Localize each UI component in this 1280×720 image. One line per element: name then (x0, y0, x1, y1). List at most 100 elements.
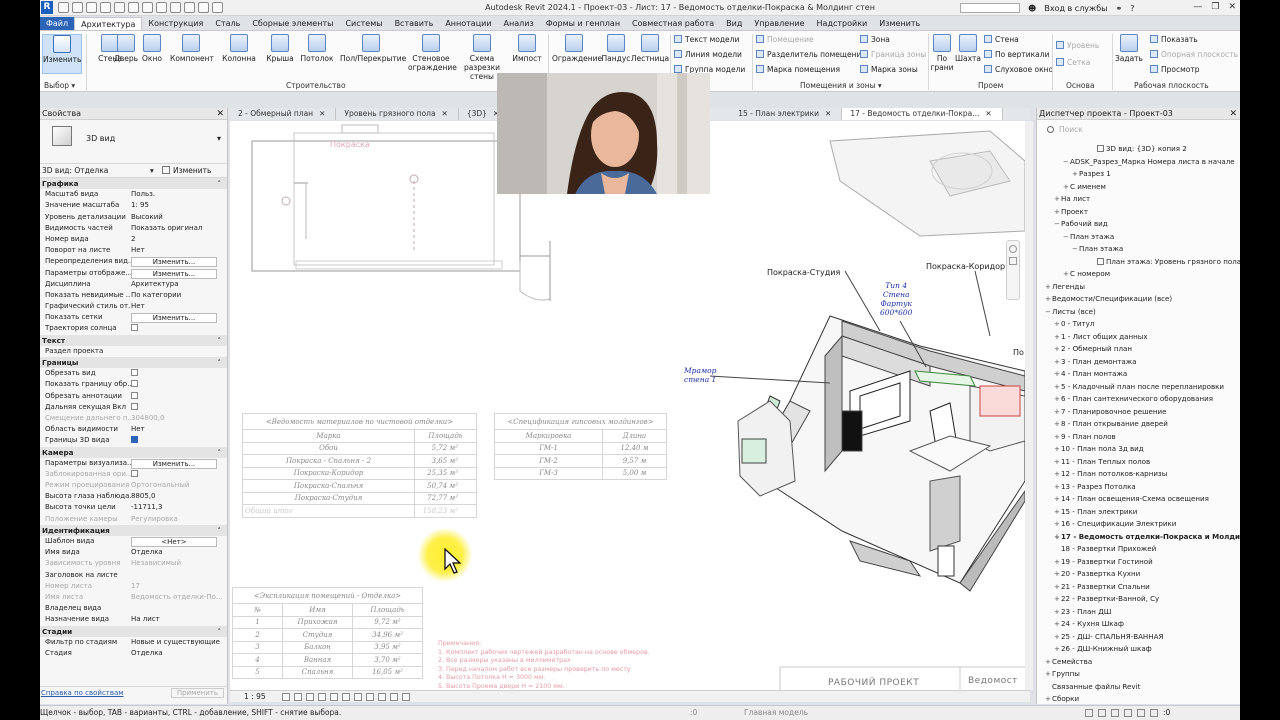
property-edit-button[interactable]: Изменить... (131, 257, 217, 268)
browser-tree-item[interactable]: +На лист (1054, 194, 1090, 204)
property-row[interactable]: Зависимость уровня Независимый (40, 558, 227, 569)
property-value[interactable]: Нет (131, 301, 223, 312)
property-row[interactable]: Положение камеры Регулировка (40, 514, 227, 525)
property-row[interactable]: Значение масштаба 1: 95 (40, 200, 227, 211)
browser-tree-item[interactable]: +Разрез 1 (1072, 169, 1111, 179)
schedule-rooms[interactable]: <Экспликация помещений - Отделка> № Имя Пл… (232, 587, 423, 679)
ribbon-tab[interactable]: Надстройки (811, 17, 874, 30)
browser-tree-item[interactable]: +10 - План пола 3д вид (1054, 444, 1144, 454)
expand-icon[interactable]: + (1045, 694, 1052, 704)
property-value[interactable]: Ведомость отделки-По... (131, 592, 223, 603)
browser-tree-item[interactable]: −Рабочий вид (1054, 219, 1108, 229)
browser-tree-item[interactable]: +Группы (1045, 669, 1080, 679)
browser-tree-item[interactable]: +6 - План сантехнического оборудования (1054, 394, 1213, 404)
collapse-icon[interactable]: − (1063, 157, 1070, 167)
close-icon[interactable]: ✕ (1229, 108, 1237, 120)
expand-icon[interactable]: + (1054, 619, 1061, 629)
redo-icon[interactable] (114, 2, 125, 13)
collapse-icon[interactable]: ˄ (217, 525, 221, 536)
property-value[interactable]: Изменить... (131, 458, 223, 469)
property-row[interactable]: Переопределения вид... Изменить... (40, 256, 227, 268)
drag-elements-icon[interactable] (1137, 709, 1145, 717)
schedule-row[interactable]: ГМ-2 9,57 м (494, 454, 667, 468)
property-value[interactable]: На лист (131, 614, 223, 625)
crop-view-icon[interactable] (342, 693, 350, 701)
schedule-moldings[interactable]: <Спецификация гипсовых молдингов> Маркир… (494, 413, 667, 480)
property-row[interactable]: Область видимости Нет (40, 424, 227, 435)
ref-plane-button[interactable]: Опорная плоскость (1150, 50, 1238, 59)
mullion-button[interactable]: Импост (508, 34, 546, 63)
expand-icon[interactable]: + (1045, 294, 1052, 304)
type-selector[interactable]: 3D вид ▾ (40, 120, 227, 164)
browser-tree-item[interactable]: +22 - Развертки-Ванной, Су (1054, 594, 1159, 604)
browser-tree-item[interactable]: +9 - План полов (1054, 432, 1116, 442)
property-edit-button[interactable]: <Нет> (131, 537, 217, 547)
property-value[interactable] (131, 469, 223, 480)
close-icon[interactable]: ✕ (1228, 2, 1236, 12)
browser-tree-item[interactable]: +11 - План Теплых полов (1054, 457, 1150, 467)
expand-icon[interactable]: + (1045, 282, 1052, 292)
expand-icon[interactable]: + (1054, 419, 1061, 429)
window-button[interactable]: Окно (134, 34, 170, 63)
browser-tree-item[interactable]: +16 - Спецификации Электрики (1054, 519, 1176, 529)
browser-tree-item[interactable]: +4 - План монтажа (1054, 369, 1127, 379)
property-row[interactable]: Видимость частей Показать оригинал (40, 223, 227, 234)
property-value[interactable] (131, 323, 223, 334)
chevron-down-icon[interactable]: ▾ (150, 164, 154, 178)
browser-tree-item[interactable]: +15 - План электрики (1054, 507, 1137, 517)
property-row[interactable]: Заблокированная ори... (40, 469, 227, 480)
select-pinned-icon[interactable] (1111, 709, 1119, 717)
property-value[interactable] (131, 435, 223, 446)
stair-button[interactable]: Лестница (630, 34, 670, 63)
browser-tree-item[interactable]: +5 - Кладочный план после перепланировки (1054, 382, 1224, 392)
close-icon[interactable]: ✕ (985, 109, 991, 118)
property-row[interactable]: Высота точки цели -11711,3 (40, 502, 227, 513)
browser-tree-item[interactable]: +Ведомости/Спецификации (все) (1045, 294, 1172, 304)
property-edit-button[interactable]: Изменить... (131, 458, 217, 469)
help-icon[interactable]: ? (1130, 4, 1134, 13)
expand-icon[interactable]: + (1054, 319, 1061, 329)
property-value[interactable]: Показать оригинал (131, 223, 223, 234)
ribbon-tab[interactable]: Сталь (209, 17, 246, 30)
thin-lines-icon[interactable] (198, 2, 209, 13)
browser-tree-item[interactable]: Связанные файлы Revit (1045, 682, 1140, 692)
browser-tree-item[interactable]: +3 - План демонтажа (1054, 357, 1137, 367)
expand-icon[interactable]: + (1054, 344, 1061, 354)
expand-icon[interactable]: + (1054, 457, 1061, 467)
schedule-row[interactable]: 3 Балкон 3,95 м² (232, 640, 423, 654)
model-line-button[interactable]: Линия модели (674, 50, 742, 59)
browser-tree-item[interactable]: +24 - Кухня Шкаф (1054, 619, 1124, 629)
browser-tree-item[interactable]: +26 - ДШ-Книжный шкаф (1054, 644, 1152, 654)
render-icon[interactable] (330, 693, 338, 701)
user-icon[interactable]: ☻ (1028, 4, 1036, 13)
ribbon-tab[interactable]: Формы и генплан (540, 17, 626, 30)
property-value[interactable]: 2 (131, 234, 223, 245)
property-value[interactable]: Регулировка (131, 514, 223, 525)
collapse-icon[interactable]: ˄ (217, 447, 221, 458)
undo-icon[interactable] (100, 2, 111, 13)
property-row[interactable]: Назначение вида На лист (40, 614, 227, 625)
property-value[interactable]: -11711,3 (131, 502, 223, 513)
browser-tree-item[interactable]: +21 - Развертки Спальни (1054, 582, 1150, 592)
area-boundary-button[interactable]: Граница зоны (860, 50, 926, 59)
expand-icon[interactable]: + (1054, 369, 1061, 379)
collapse-icon[interactable]: − (1045, 307, 1052, 317)
browser-tree-item[interactable]: −ADSK_Разрез_Марка Номера листа в начале (1063, 157, 1235, 167)
property-checkbox[interactable] (131, 380, 138, 388)
property-row[interactable]: Показать границу обр... (40, 379, 227, 390)
column-button[interactable]: Колонна (220, 34, 258, 63)
collapse-icon[interactable]: − (1054, 219, 1061, 229)
collapse-icon[interactable]: ˄ (217, 178, 221, 189)
close-icon[interactable]: ✕ (319, 109, 325, 118)
save-icon[interactable] (72, 2, 83, 13)
browser-tree-item[interactable]: +С именем (1063, 182, 1106, 192)
panel-title-room-area[interactable]: Помещения и зоны ▾ (800, 81, 882, 90)
browser-tree-item[interactable]: +С номером (1063, 269, 1110, 279)
select-links-icon[interactable] (1085, 709, 1093, 717)
modify-button[interactable]: Изменить (42, 34, 82, 74)
area-button[interactable]: Зона (860, 35, 890, 44)
property-row[interactable]: Показать сетки Изменить... (40, 312, 227, 324)
schedule-row[interactable]: Покраска-Коридор 25,35 м² (242, 466, 477, 480)
area-tag-button[interactable]: Марка зоны (860, 65, 918, 74)
browser-tree-item[interactable]: +25 - ДШ- СПАЛЬНЯ-ВАННАЯ (1054, 632, 1163, 642)
